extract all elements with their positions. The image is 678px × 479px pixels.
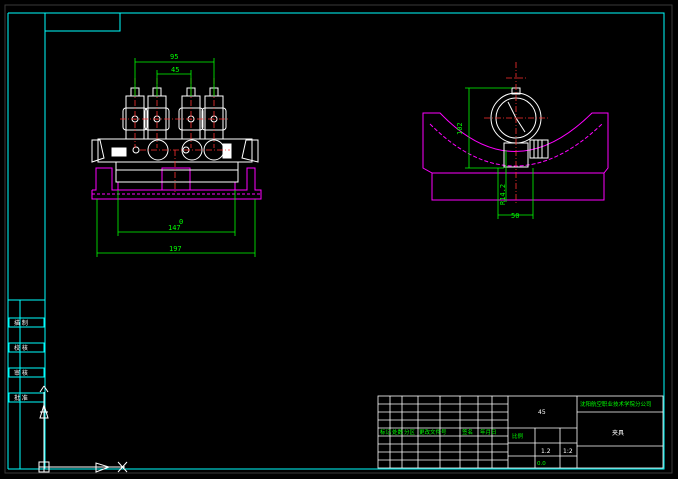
signoff-review-label: 审 核 [14, 369, 28, 377]
side-gauge [490, 87, 549, 168]
title-weight: 0.0 [537, 461, 546, 467]
front-view[interactable]: 95 45 147 0 197 [91, 53, 262, 257]
title-scale-value: 1:2 [563, 448, 573, 455]
title-row-count: 处数 [392, 428, 404, 436]
title-sheet-count: 1.2 [541, 448, 551, 455]
title-material: 45 [538, 409, 546, 416]
side-view[interactable]: 102 R14.2 50 [422, 62, 609, 220]
signoff-approve-label: 批 准 [14, 394, 28, 402]
dim-45: 45 [171, 66, 179, 74]
dim-197: 197 [169, 245, 182, 253]
dim-50: 50 [511, 212, 519, 220]
front-centerlines [120, 78, 230, 192]
title-row-mark: 标记 [380, 428, 392, 436]
signoff-draw-label: 描 制 [14, 319, 28, 327]
title-row-date: 年月日 [480, 428, 497, 436]
side-centerlines [484, 62, 548, 205]
dim-102: 102 [456, 122, 464, 135]
title-row-sign: 签名 [462, 428, 473, 436]
ucs-icon [38, 385, 128, 473]
dim-95: 95 [170, 53, 178, 61]
title-scale-label: 比例 [512, 432, 524, 440]
dim-r14: R14.2 [499, 184, 507, 205]
drawing-frame [4, 4, 673, 474]
title-row-zone: 分区 [404, 428, 416, 436]
signoff-check-label: 校 核 [14, 344, 28, 352]
dim-small: 0 [179, 218, 183, 226]
title-part-name: 夹具 [612, 429, 624, 437]
title-row-docno: 更改文件号 [419, 428, 447, 436]
front-base [91, 167, 262, 200]
title-block[interactable]: 标记 处数 分区 更改文件号 签名 年月日 45 沈阳航空职业技术学院分公司 夹… [377, 395, 664, 469]
cad-drawing-canvas[interactable]: 描 制 校 核 审 核 批 准 95 45 147 0 197 102 R14.… [0, 0, 678, 479]
title-company: 沈阳航空职业技术学院分公司 [580, 400, 652, 408]
side-cradle [422, 112, 609, 201]
signoff-strip: 描 制 校 核 审 核 批 准 [8, 317, 45, 403]
